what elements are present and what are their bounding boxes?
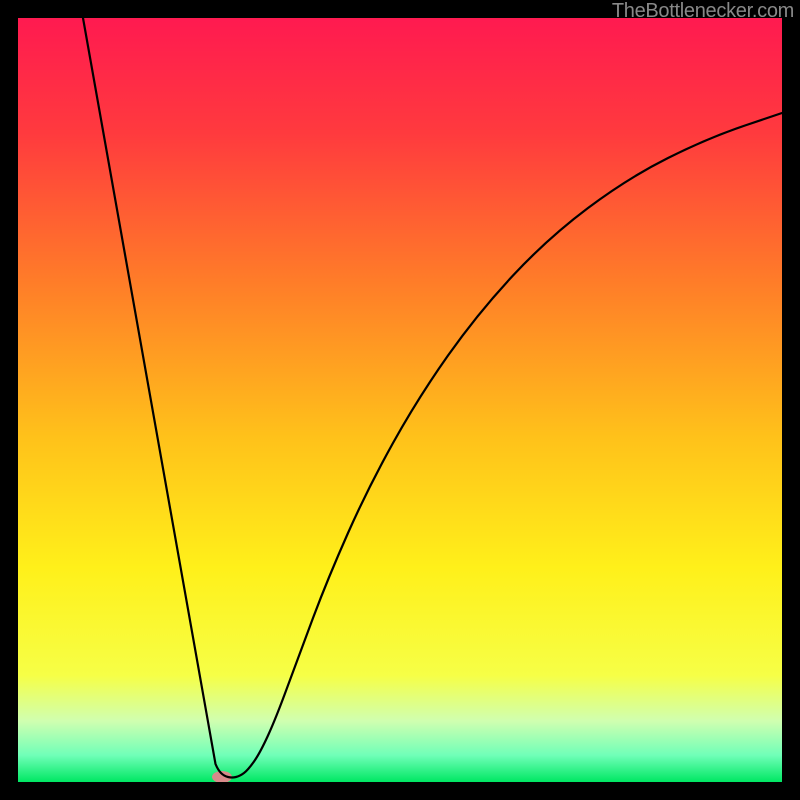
plot-background bbox=[18, 18, 782, 782]
bottleneck-chart bbox=[18, 18, 782, 782]
attribution-label: TheBottlenecker.com bbox=[612, 0, 794, 23]
chart-frame bbox=[18, 18, 782, 782]
